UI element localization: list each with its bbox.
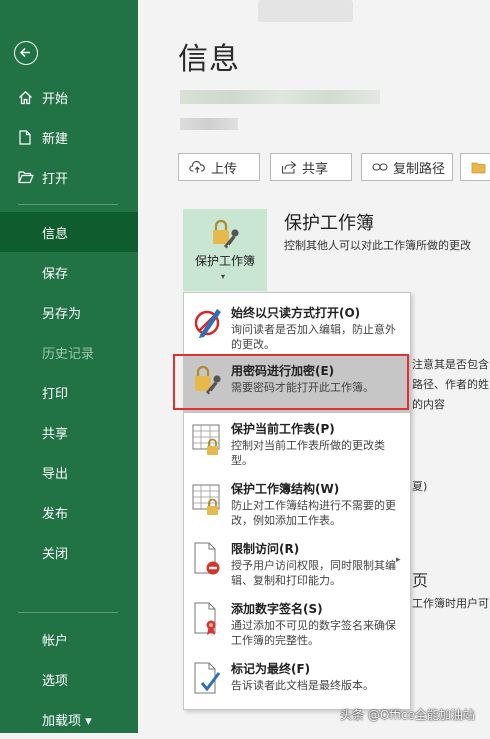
copy-path-button-label: 复制路径 [393,161,446,177]
share-button[interactable]: 共享 [270,153,352,181]
menu-item-description: 控制对当前工作表所做的更改类型。 [231,439,385,467]
menu-item-title: 始终以只读方式打开(O) [231,306,361,320]
sidebar-item-share[interactable]: 共享 [0,412,138,452]
sidebar-item-label: 保存 [42,266,69,282]
backstage-sidebar: 开始 新建 打开 信息 保存 另存为 历史记录 打印 共享 导出 发布 关闭 帐… [0,0,138,733]
sidebar-item-home[interactable]: 开始 [0,77,138,117]
protect-section-description: 控制其他人可以对此工作簿所做的更改 [284,239,471,252]
lock-key-icon [209,219,243,255]
new-document-icon [18,129,40,145]
sidebar-item-close[interactable]: 关闭 [0,532,138,572]
inspect-text-fragment: 的内容 [412,398,445,411]
menu-item-title: 保护工作簿结构(W) [231,482,340,496]
menu-item-title: 添加数字签名(S) [231,602,323,616]
sidebar-item-label: 新建 [42,131,69,147]
sidebar-item-label: 历史记录 [42,346,95,362]
sidebar-item-addins[interactable]: 加载项 ▾ [0,699,138,739]
menu-item-always-open-read-only[interactable]: 始终以只读方式打开(O) 询问读者是否加入编辑，防止意外的更改。 [184,297,410,355]
sheet-lock-icon [192,421,224,457]
workbook-structure-lock-icon [192,481,224,517]
mark-as-final-icon [192,661,224,697]
share-button-label: 共享 [302,161,329,177]
read-only-pen-icon [192,305,224,341]
menu-item-description: 防止对工作簿结构进行不需要的更改，例如添加工作表。 [231,499,396,527]
upload-button-label: 上传 [211,161,238,177]
sidebar-item-label: 共享 [42,426,69,442]
menu-item-description: 通过添加不可见的数字签名来确保工作簿的完整性。 [231,619,396,647]
highlight-annotation-box [173,354,409,410]
copy-path-button[interactable]: 复制路径 [361,153,453,181]
menu-item-restrict-access[interactable]: 限制访问(R) 授予用户访问权限，同时限制其编辑、复制和打印能力。 ▸ [184,533,410,591]
submenu-arrow-icon: ▸ [396,555,401,565]
sidebar-item-label: 加载项 ▾ [42,713,92,729]
restrict-access-icon [192,541,224,577]
menu-item-description: 告诉读者此文档是最终版本。 [231,679,374,692]
protect-workbook-button[interactable]: 保护工作簿 ▾ [183,209,267,291]
sidebar-item-label: 发布 [42,506,69,522]
menu-item-title: 限制访问(R) [231,542,300,556]
text-fragment: 夏) [412,480,428,493]
blurred-file-name [180,90,380,104]
menu-item-description: 询问读者是否加入编辑，防止意外的更改。 [231,323,396,351]
protect-section-title: 保护工作簿 [284,213,374,234]
sidebar-item-label: 帐户 [42,633,69,649]
sidebar-item-export[interactable]: 导出 [0,452,138,492]
sidebar-item-account[interactable]: 帐户 [0,619,138,659]
section-title-fragment: 页 [412,571,429,590]
blurred-file-path [180,118,238,130]
sidebar-item-new[interactable]: 新建 [0,117,138,157]
watermark: 头条 @Office全能加油站 [340,708,475,722]
blurred-region [258,0,353,22]
inspect-text-fragment: 路径、作者的姓 [412,378,489,391]
digital-signature-icon [192,601,224,637]
share-arrow-icon [281,160,297,174]
sidebar-item-label: 打开 [42,171,69,187]
protect-workbook-label: 保护工作簿 [194,254,255,268]
inspect-text-fragment: 注意其是否包含: [412,358,490,371]
sidebar-item-options[interactable]: 选项 [0,659,138,699]
sidebar-item-save-as[interactable]: 另存为 [0,292,138,332]
sidebar-item-info[interactable]: 信息 [0,212,138,252]
sidebar-item-history[interactable]: 历史记录 [0,332,138,372]
menu-item-protect-current-sheet[interactable]: 保护当前工作表(P) 控制对当前工作表所做的更改类型。 [184,413,410,471]
menu-item-protect-workbook-structure[interactable]: 保护工作簿结构(W) 防止对工作簿结构进行不需要的更改，例如添加工作表。 [184,473,410,531]
upload-button[interactable]: 上传 [178,153,260,181]
chevron-down-icon: ▾ [221,272,226,281]
sidebar-item-save[interactable]: 保存 [0,252,138,292]
sidebar-item-label: 打印 [42,386,69,402]
back-arrow-icon[interactable] [14,41,38,65]
menu-item-title: 标记为最终(F) [231,662,311,676]
page-title: 信息 [178,42,240,77]
sidebar-item-publish[interactable]: 发布 [0,492,138,532]
link-icon [372,161,388,173]
sidebar-divider [18,612,118,613]
sidebar-item-label: 选项 [42,673,69,689]
sidebar-item-print[interactable]: 打印 [0,372,138,412]
folder-icon [471,161,487,174]
menu-item-add-digital-signature[interactable]: 添加数字签名(S) 通过添加不可见的数字签名来确保工作簿的完整性。 [184,593,410,651]
open-location-button[interactable] [460,153,490,181]
sidebar-item-open[interactable]: 打开 [0,157,138,197]
cloud-upload-icon [189,160,206,174]
sidebar-item-label: 关闭 [42,546,69,562]
sidebar-divider [18,204,118,205]
text-fragment: 工作簿时用户可以 [412,597,490,610]
sidebar-item-label: 信息 [42,226,69,242]
sidebar-item-label: 导出 [42,466,69,482]
open-folder-icon [18,170,40,184]
sidebar-item-label: 另存为 [42,306,82,322]
sidebar-item-label: 开始 [42,91,69,107]
menu-item-description: 授予用户访问权限，同时限制其编辑、复制和打印能力。 [231,559,396,587]
menu-item-mark-as-final[interactable]: 标记为最终(F) 告诉读者此文档是最终版本。 [184,653,410,711]
menu-item-title: 保护当前工作表(P) [231,422,335,436]
home-icon [18,90,40,105]
